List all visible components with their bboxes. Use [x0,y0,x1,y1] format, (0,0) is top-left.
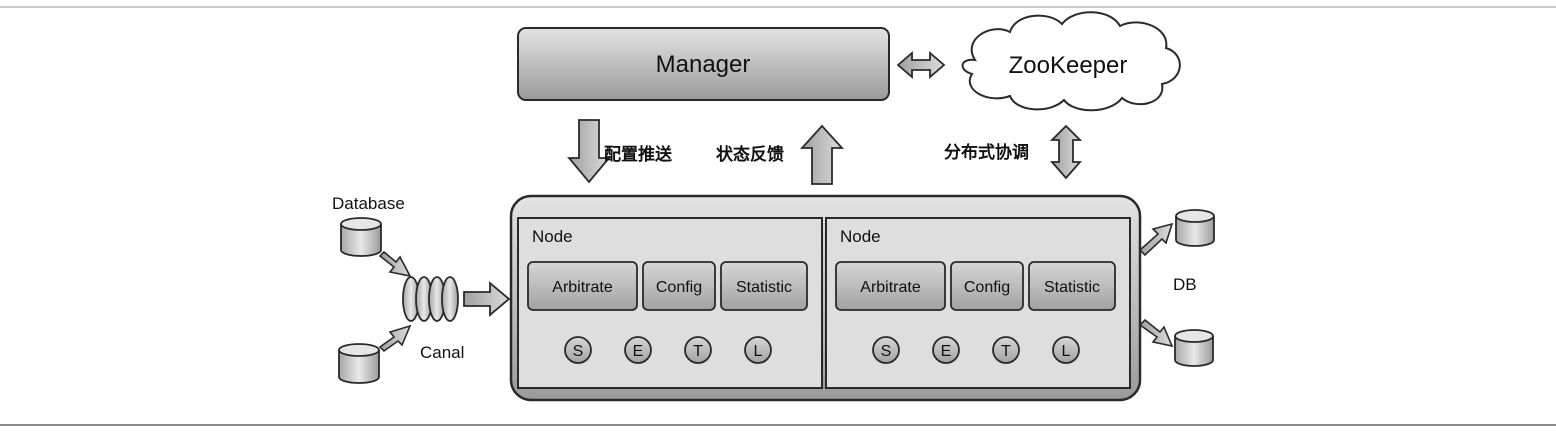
stage-e: E [624,336,652,364]
module-label: Statistic [736,279,792,296]
canal-queue [402,276,459,322]
stage-t: T [992,336,1020,364]
bottom-rule [0,424,1556,426]
manager-zookeeper-link-arrow [896,51,946,79]
zookeeper-cloud: ZooKeeper [961,11,1181,112]
module-label: Arbitrate [860,279,921,296]
module-label: Config [964,279,1010,296]
stage-t: T [684,336,712,364]
module-config: Config [642,261,716,311]
stage-e: E [932,336,960,364]
module-statistic: Statistic [720,261,808,311]
config-push-label: 配置推送 [604,144,673,165]
manager-box: Manager [517,27,890,101]
module-label: Arbitrate [552,279,613,296]
node-title: Node [532,227,573,246]
distributed-coordination-arrow [1049,124,1083,180]
zookeeper-label: ZooKeeper [1009,52,1128,79]
node-panel: Node Arbitrate Config Statistic S E T L [825,217,1131,389]
status-feedback-arrow [799,124,845,185]
module-arbitrate: Arbitrate [527,261,638,311]
config-push-arrow [567,119,611,184]
module-arbitrate: Arbitrate [835,261,946,311]
distributed-coordination-label: 分布式协调 [944,142,1029,163]
db-cylinder-top [1175,209,1215,247]
module-label: Config [656,279,702,296]
db-label: DB [1173,275,1197,294]
node-panel: Node Arbitrate Config Statistic S E T L [517,217,823,389]
diagram-canvas: Manager ZooKeeper 配置推送 状态反馈 分布式协调 NodeAr… [332,11,1215,402]
database-to-canal-arrow-bottom [378,324,412,353]
stage-label: S [573,343,584,360]
db-cylinder-bottom [1174,329,1214,367]
top-rule [0,6,1556,8]
stage-label: S [881,343,892,360]
canal-to-node-arrow [463,281,511,317]
database-to-canal-arrow-top [378,250,412,278]
stage-label: E [633,343,644,360]
container-to-db-arrow-top [1138,222,1174,257]
stage-s: S [564,336,592,364]
otter-architecture-diagram: Manager ZooKeeper 配置推送 状态反馈 分布式协调 Node A… [0,0,1556,429]
stage-label: E [941,343,952,360]
canal-label: Canal [420,343,464,362]
stage-l: L [1052,336,1080,364]
database-cylinder-bottom [338,343,380,384]
stage-s: S [872,336,900,364]
module-statistic: Statistic [1028,261,1116,311]
container-to-db-arrow-bottom [1138,318,1174,348]
stage-label: T [693,343,703,360]
node-title: Node [840,227,881,246]
stage-label: T [1001,343,1011,360]
module-label: Statistic [1044,279,1100,296]
stage-label: L [1062,343,1071,360]
database-cylinder-top [340,217,382,257]
stage-l: L [744,336,772,364]
stage-label: L [754,343,763,360]
status-feedback-label: 状态反馈 [716,144,784,165]
database-label: Database [332,194,405,213]
manager-label: Manager [656,51,751,78]
module-config: Config [950,261,1024,311]
